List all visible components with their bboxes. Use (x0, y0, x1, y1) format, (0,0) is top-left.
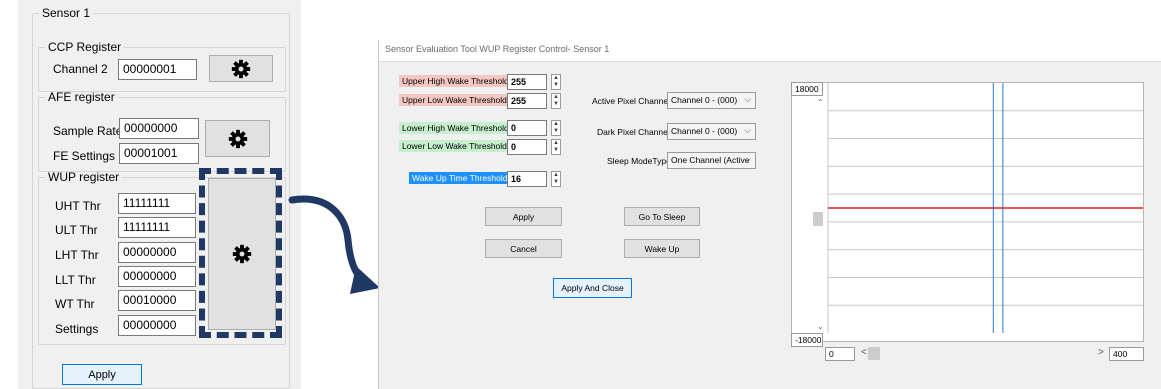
dark-pixel-channel-label: Dark Pixel Channel (597, 127, 670, 137)
sensor-config-panel: Sensor 1 CCP Register Channel 2 00000001… (18, 0, 301, 389)
chevron-down-icon: ⌵ (744, 94, 751, 104)
lht-thr-label: LHT Thr (55, 248, 99, 262)
upper-high-wake-field[interactable]: 255 (507, 74, 547, 90)
lower-high-wake-label: Lower High Wake Threshold (399, 122, 512, 134)
wake-up-button[interactable]: Wake Up (624, 239, 700, 258)
apply-and-close-button[interactable]: Apply And Close (553, 278, 632, 298)
apply-button[interactable]: Apply (62, 364, 142, 385)
lower-low-wake-label: Lower Low Wake Threshold (399, 140, 510, 152)
scroll-left-icon[interactable]: < (861, 347, 867, 358)
sensor-title: Sensor 1 (42, 6, 91, 20)
sample-rate-field[interactable]: 00000000 (119, 118, 199, 139)
signal-chart-svg (827, 83, 1143, 333)
scroll-down-icon: ⌄ (817, 322, 824, 331)
wup-register-legend: WUP register (48, 170, 120, 184)
active-pixel-channel-label: Active Pixel Channel (592, 96, 670, 106)
fe-settings-field[interactable]: 00001001 (119, 143, 199, 164)
ult-thr-label: ULT Thr (55, 223, 98, 237)
sleep-mode-type-value: One Channel (Active (671, 155, 750, 165)
curved-arrow-icon (288, 195, 380, 294)
y-min-label: -18000 (791, 333, 823, 347)
horizontal-scroll-thumb[interactable] (868, 347, 880, 360)
vertical-scroll-thumb[interactable] (813, 212, 823, 226)
wake-up-time-label: Wake Up Time Threshold (409, 172, 511, 184)
wake-up-time-field[interactable]: 16 (507, 171, 547, 187)
vertical-scrollbar[interactable]: ⌃ ⌄ (813, 98, 827, 334)
lower-high-wake-field[interactable]: 0 (507, 120, 547, 136)
signal-chart (791, 82, 1144, 342)
lower-low-wake-field[interactable]: 0 (507, 139, 547, 155)
gear-icon (231, 59, 251, 78)
scroll-up-icon: ⌃ (817, 98, 824, 107)
ccp-register-legend: CCP Register (48, 40, 122, 54)
active-pixel-channel-value: Channel 0 - (000) (671, 95, 738, 105)
x-max-label: 400 (1109, 347, 1144, 361)
channel-label: Channel 2 (53, 62, 108, 76)
wup-configure-button[interactable] (208, 178, 276, 330)
spin-updown-icon: ▲ ▼ (553, 121, 559, 134)
cancel-button[interactable]: Cancel (485, 239, 562, 258)
dialog-title: Sensor Evaluation Tool WUP Register Cont… (379, 40, 1161, 62)
ult-thr-field[interactable]: 11111111 (118, 217, 196, 238)
sleep-mode-type-label: Sleep ModeType (607, 156, 671, 166)
uht-thr-label: UHT Thr (55, 199, 101, 213)
dark-pixel-channel-select[interactable]: Channel 0 - (000) ⌵ (667, 123, 756, 140)
dark-pixel-channel-value: Channel 0 - (000) (671, 126, 738, 136)
upper-high-wake-label: Upper High Wake Threshold (399, 75, 512, 87)
spin-updown-icon: ▲ ▼ (553, 172, 559, 185)
llt-thr-field[interactable]: 00000000 (118, 266, 196, 287)
settings-label: Settings (55, 322, 99, 336)
lower-low-wake-spin[interactable]: ▲ ▼ (551, 139, 561, 155)
active-pixel-channel-select[interactable]: Channel 0 - (000) ⌵ (667, 92, 756, 109)
dialog-apply-button[interactable]: Apply (485, 207, 562, 226)
upper-high-wake-spin[interactable]: ▲ ▼ (551, 74, 561, 90)
upper-low-wake-field[interactable]: 255 (507, 93, 547, 109)
settings-field[interactable]: 00000000 (118, 315, 196, 336)
upper-low-wake-label: Upper Low Wake Threshold (399, 94, 510, 106)
upper-low-wake-spin[interactable]: ▲ ▼ (551, 93, 561, 109)
afe-configure-button[interactable] (205, 120, 270, 157)
y-max-label: 18000 (791, 82, 823, 96)
lower-high-wake-spin[interactable]: ▲ ▼ (551, 120, 561, 136)
x-min-label: 0 (825, 347, 855, 361)
sample-rate-label: Sample Rate (53, 124, 123, 138)
scroll-right-icon[interactable]: > (1098, 347, 1104, 358)
wt-thr-label: WT Thr (55, 297, 95, 311)
spin-updown-icon: ▲ ▼ (553, 94, 559, 107)
sleep-mode-type-select[interactable]: One Channel (Active ⌵ (667, 152, 756, 169)
lht-thr-field[interactable]: 00000000 (118, 242, 196, 263)
uht-thr-field[interactable]: 11111111 (118, 193, 196, 214)
channel-field[interactable]: 00000001 (118, 59, 197, 80)
gear-icon (232, 244, 252, 264)
wt-thr-field[interactable]: 00010000 (118, 290, 196, 311)
chevron-down-icon: ⌵ (744, 154, 751, 164)
chevron-down-icon: ⌵ (744, 125, 751, 135)
fe-settings-label: FE Settings (53, 149, 116, 163)
go-to-sleep-button[interactable]: Go To Sleep (624, 207, 700, 226)
spin-updown-icon: ▲ ▼ (553, 140, 559, 153)
llt-thr-label: LLT Thr (55, 273, 96, 287)
wup-register-control-dialog: Sensor Evaluation Tool WUP Register Cont… (378, 40, 1161, 389)
spin-updown-icon: ▲ ▼ (553, 75, 559, 88)
ccp-configure-button[interactable] (209, 55, 273, 82)
afe-register-legend: AFE register (48, 90, 115, 104)
wake-up-time-spin[interactable]: ▲ ▼ (551, 171, 561, 187)
gear-icon (228, 129, 247, 148)
